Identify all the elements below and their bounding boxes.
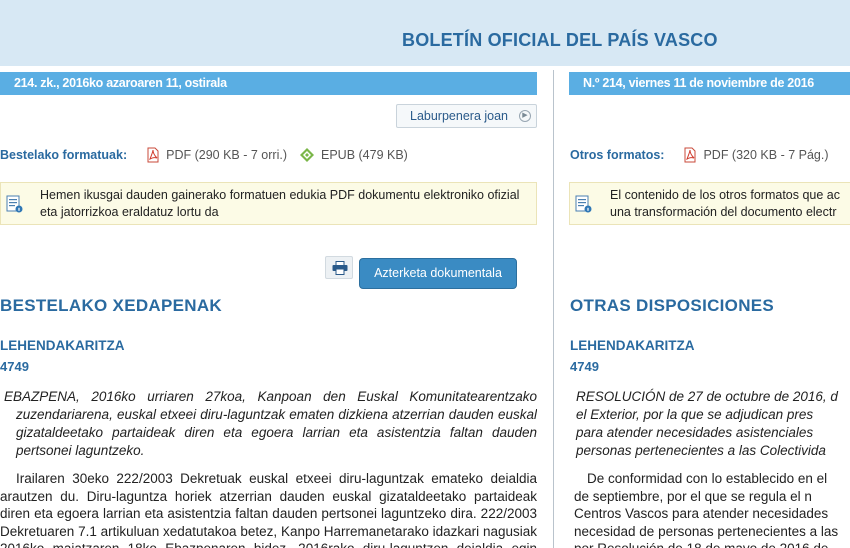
issue-bar: N.º 214, viernes 11 de noviembre de 2016 xyxy=(569,72,850,95)
pdf-download-link[interactable]: PDF (290 KB - 7 orri.) xyxy=(146,147,287,163)
document-number: 4749 xyxy=(0,359,29,374)
resolution-summary: RESOLUCIÓN de 27 de octubre de 2016, d e… xyxy=(576,388,850,460)
other-formats-label: Otros formatos: xyxy=(570,148,665,162)
column-divider xyxy=(553,70,554,548)
bulletin-title: BOLETÍN OFICIAL DEL PAÍS VASCO xyxy=(402,30,718,50)
pdf-download-label: PDF (320 KB - 7 Pág.) xyxy=(703,148,829,162)
arrow-right-icon: ▶ xyxy=(519,110,531,122)
pdf-icon xyxy=(684,147,696,163)
issue-bar: 214. zk., 2016ko azaroaren 11, ostirala xyxy=(0,72,537,95)
format-notice-line: una transformación del documento electr xyxy=(610,205,837,219)
jump-to-summary-label: Laburpenera joan xyxy=(410,109,508,123)
other-formats: Otros formatos: PDF (320 KB - 7 Pág.) xyxy=(570,147,841,163)
format-notice-text: Hemen ikusgai dauden gainerako formatuen… xyxy=(40,188,520,219)
documentary-analysis-button[interactable]: Azterketa dokumentala xyxy=(359,258,517,289)
basque-column: 214. zk., 2016ko azaroaren 11, ostirala … xyxy=(0,70,537,548)
summary-line: para atender necesidades asistenciales xyxy=(576,425,814,440)
pdf-icon xyxy=(147,147,159,163)
document-info-icon xyxy=(575,195,592,213)
body-line: necesidad de personas pertenecientes a l… xyxy=(574,523,839,539)
other-formats-label: Bestelako formatuak: xyxy=(0,148,128,162)
format-notice: El contenido de los otros formatos que a… xyxy=(569,182,850,225)
printer-icon xyxy=(332,261,348,275)
format-notice-line: El contenido de los otros formatos que a… xyxy=(610,188,840,202)
epub-download-label: EPUB (479 KB) xyxy=(321,148,408,162)
pdf-download-label: PDF (290 KB - 7 orri.) xyxy=(166,148,287,162)
summary-line: RESOLUCIÓN de 27 de octubre de 2016, d xyxy=(576,389,838,404)
format-notice: Hemen ikusgai dauden gainerako formatuen… xyxy=(0,182,537,225)
epub-icon xyxy=(300,148,314,162)
top-banner: BOLETÍN OFICIAL DEL PAÍS VASCO xyxy=(0,0,850,66)
body-line: De conformidad con lo establecido en el xyxy=(587,471,828,486)
document-number: 4749 xyxy=(570,359,599,374)
other-formats: Bestelako formatuak: PDF (290 KB - 7 orr… xyxy=(0,147,420,163)
body-line: de septiembre, por el que se regula el n xyxy=(574,488,812,504)
resolution-summary: EBAZPENA, 2016ko urriaren 27koa, Kanpoan… xyxy=(4,389,537,458)
body-line: por Resolución de 18 de mayo de 2016 de xyxy=(574,540,850,548)
organization-name: LEHENDAKARITZA xyxy=(0,338,125,353)
document-info-icon xyxy=(6,195,23,213)
section-title: BESTELAKO XEDAPENAK xyxy=(0,296,223,315)
body-line: Centros Vascos para atender necesidades xyxy=(574,506,829,521)
pdf-download-link[interactable]: PDF (320 KB - 7 Pág.) xyxy=(683,147,829,163)
resolution-body: De conformidad con lo establecido en el … xyxy=(574,470,850,548)
spanish-column: N.º 214, viernes 11 de noviembre de 2016… xyxy=(569,70,850,548)
summary-line: personas pertenecientes a las Colectivid… xyxy=(576,443,826,458)
resolution-body: Irailaren 30eko 222/2003 Dekretuak euska… xyxy=(0,471,537,548)
section-title: OTRAS DISPOSICIONES xyxy=(570,296,775,315)
print-button[interactable] xyxy=(325,256,353,279)
epub-download-link[interactable]: EPUB (479 KB) xyxy=(299,147,408,163)
organization-name: LEHENDAKARITZA xyxy=(570,338,695,353)
jump-to-summary-button[interactable]: Laburpenera joan ▶ xyxy=(396,104,537,128)
summary-line: el Exterior, por la que se adjudican pre… xyxy=(576,407,814,422)
